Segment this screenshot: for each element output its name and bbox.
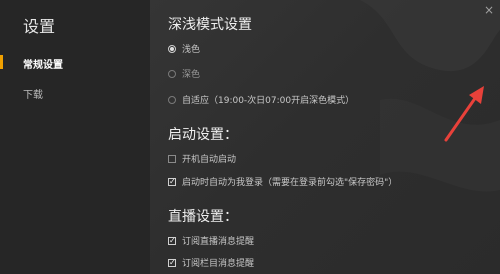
live-option-broadcast-reminder[interactable]: ✓ 订阅直播消息提醒 <box>168 234 254 247</box>
checkbox-checked[interactable]: ✓ <box>168 177 176 186</box>
theme-option-dark[interactable]: 深色 <box>168 67 200 80</box>
active-indicator <box>0 55 3 69</box>
startup-option-autostart-label: 开机自动启动 <box>182 155 237 165</box>
close-icon[interactable]: × <box>484 3 494 17</box>
sidebar: 设置 常规设置 下载 <box>0 0 150 274</box>
theme-option-light[interactable]: 浅色 <box>168 42 200 55</box>
checkbox-checked[interactable]: ✓ <box>168 236 176 245</box>
theme-option-auto[interactable]: 自适应（19:00-次日07:00开启深色模式） <box>168 93 354 106</box>
live-option-broadcast-reminder-label: 订阅直播消息提醒 <box>182 237 255 247</box>
live-section-title: 直播设置： <box>168 209 238 225</box>
theme-section-title: 深浅模式设置 <box>168 17 252 33</box>
theme-option-dark-label: 深色 <box>182 70 201 80</box>
theme-option-auto-label: 自适应（19:00-次日07:00开启深色模式） <box>182 96 355 106</box>
checkbox[interactable] <box>168 154 176 163</box>
sidebar-item-general[interactable]: 常规设置 <box>23 56 63 71</box>
startup-section-title: 启动设置： <box>168 127 238 143</box>
startup-option-autostart[interactable]: 开机自动启动 <box>168 152 236 165</box>
radio-checked[interactable] <box>168 44 176 53</box>
startup-option-autologin-label: 启动时自动为我登录（需要在登录前勾选"保存密码"） <box>182 178 398 188</box>
settings-content: 深浅模式设置 浅色 深色 自适应（19:00-次日07:00开启深色模式） 启动… <box>150 0 500 274</box>
checkbox-checked[interactable]: ✓ <box>168 258 176 267</box>
live-option-column-reminder-label: 订阅栏目消息提醒 <box>182 259 255 269</box>
sidebar-title: 设置 <box>23 17 56 36</box>
theme-option-light-label: 浅色 <box>182 45 201 55</box>
startup-option-autologin[interactable]: ✓ 启动时自动为我登录（需要在登录前勾选"保存密码"） <box>168 175 397 188</box>
live-option-column-reminder[interactable]: ✓ 订阅栏目消息提醒 <box>168 256 254 269</box>
radio[interactable] <box>168 95 176 104</box>
radio[interactable] <box>168 69 176 78</box>
sidebar-item-download[interactable]: 下载 <box>23 86 43 101</box>
settings-window: 设置 常规设置 下载 深浅模式设置 浅色 深色 自适应（19:00-次日07:0… <box>0 0 500 274</box>
